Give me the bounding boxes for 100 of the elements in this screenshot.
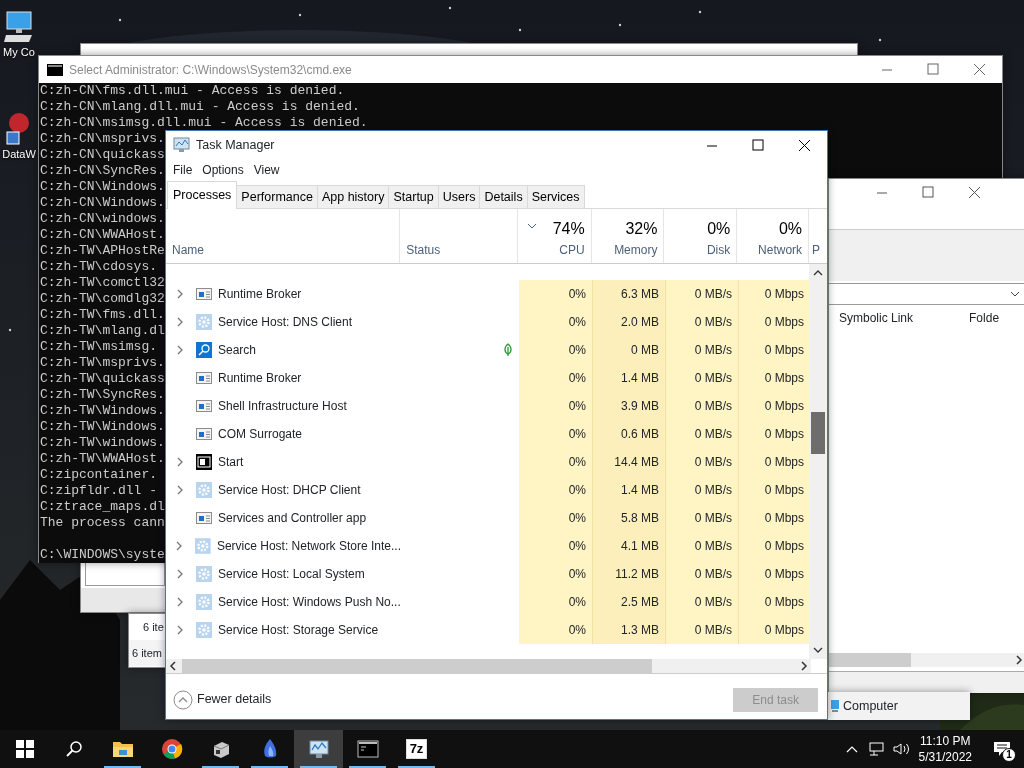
- scrollbar[interactable]: [809, 264, 827, 659]
- column-header[interactable]: Status: [406, 241, 441, 259]
- scrollbar[interactable]: [829, 653, 1024, 667]
- windows-logo-icon[interactable]: [15, 740, 34, 758]
- process-name[interactable]: Runtime Broker: [218, 285, 302, 303]
- expand-chevron-icon[interactable]: [176, 317, 184, 327]
- app-window-icon: [196, 398, 212, 414]
- tab[interactable]: Details: [479, 185, 528, 208]
- expand-chevron-icon[interactable]: [176, 485, 184, 495]
- dropdown-chevron-icon[interactable]: [1010, 290, 1020, 298]
- expand-chevron-icon[interactable]: [176, 541, 184, 551]
- menu-item[interactable]: View: [248, 161, 285, 179]
- search-icon[interactable]: [64, 740, 83, 758]
- expand-chevron-icon[interactable]: [176, 289, 184, 299]
- chrome-icon[interactable]: [160, 738, 183, 760]
- table-cell: 0 MB/s: [666, 532, 739, 560]
- column-header[interactable]: Symbolic Link: [839, 309, 914, 327]
- table-cell: 0 Mbps: [739, 588, 811, 616]
- column-header[interactable]: Name: [172, 241, 204, 259]
- table-cell: 0%: [519, 392, 593, 420]
- process-name[interactable]: Start: [218, 453, 244, 471]
- process-name[interactable]: Runtime Broker: [218, 369, 302, 387]
- chevron-up-icon[interactable]: [844, 744, 859, 754]
- process-name[interactable]: Service Host: DHCP Client: [218, 481, 361, 499]
- column-header[interactable]: Network: [758, 241, 803, 259]
- gear-icon: [196, 622, 212, 638]
- table-cell: 0 Mbps: [739, 616, 811, 644]
- table-cell: 0 MB/s: [666, 476, 739, 504]
- process-name[interactable]: Service Host: Storage Service: [218, 621, 379, 639]
- table-cell: 0 Mbps: [739, 420, 811, 448]
- process-name[interactable]: Search: [218, 341, 257, 359]
- process-name[interactable]: Service Host: Windows Push No...: [218, 593, 401, 611]
- console-line: C:zh-TW\comctl32: [40, 275, 165, 291]
- column-header[interactable]: Disk: [706, 241, 731, 259]
- table-cell: 0%: [519, 420, 593, 448]
- menu-item[interactable]: File: [168, 161, 198, 179]
- console-line: C:zh-CN\Windows.: [40, 195, 165, 211]
- column-header[interactable]: CPU: [559, 241, 585, 259]
- tab[interactable]: App history: [316, 185, 390, 208]
- search-icon: [196, 342, 212, 358]
- console-line: C:zh-TW\Windows.: [40, 419, 165, 435]
- console-line: C:zh-CN\quickass: [40, 147, 165, 163]
- console-line: C:zh-CN\fms.dll.mui - Access is denied.: [40, 83, 345, 99]
- expand-chevron-icon[interactable]: [176, 625, 184, 635]
- tab[interactable]: Services: [526, 185, 585, 208]
- column-header[interactable]: Folde: [969, 309, 1000, 327]
- table-cell: 0 Mbps: [739, 392, 811, 420]
- column-header[interactable]: P: [812, 241, 821, 259]
- tab[interactable]: Processes: [167, 181, 238, 209]
- gear-icon: [196, 314, 212, 330]
- column-header[interactable]: Memory: [614, 241, 658, 259]
- volume-icon[interactable]: [892, 742, 911, 756]
- table-cell: 0 Mbps: [739, 364, 811, 392]
- process-name[interactable]: COM Surrogate: [218, 425, 303, 443]
- table-cell: 0%: [519, 336, 593, 364]
- expand-chevron-icon[interactable]: [176, 457, 184, 467]
- console-line: The process cann: [40, 515, 165, 531]
- sort-chevron-icon[interactable]: [526, 223, 537, 229]
- console-icon[interactable]: [356, 738, 379, 760]
- table-cell: 1.4 MB: [593, 364, 666, 392]
- task-manager-icon[interactable]: [307, 738, 330, 760]
- table-cell: 5.8 MB: [593, 504, 666, 532]
- collapse-circle-icon[interactable]: [173, 689, 193, 710]
- taskbar-app-icon[interactable]: 7z: [405, 739, 428, 759]
- console-line: C:zh-TW\windows.: [40, 435, 165, 451]
- desktop-icon-label[interactable]: My Co: [3, 44, 35, 61]
- console-line: C:zh-CN\WWAHost.: [40, 227, 165, 243]
- network-icon[interactable]: [868, 742, 885, 756]
- tab[interactable]: Users: [437, 185, 481, 208]
- process-name[interactable]: Service Host: Local System: [218, 565, 365, 583]
- process-name[interactable]: Service Host: DNS Client: [218, 313, 353, 331]
- desktop-icon-label[interactable]: DataW: [2, 146, 36, 163]
- table-cell: 0 MB/s: [666, 392, 739, 420]
- scrollbar[interactable]: [166, 659, 811, 673]
- scrollbar-thumb[interactable]: [182, 659, 652, 673]
- process-name[interactable]: Shell Infrastructure Host: [218, 397, 347, 415]
- window-title: Task Manager: [196, 136, 275, 154]
- process-name[interactable]: Services and Controller app: [218, 509, 367, 527]
- scrollbar-thumb[interactable]: [829, 653, 911, 667]
- expand-chevron-icon[interactable]: [176, 597, 184, 607]
- table-cell: 0 MB/s: [666, 504, 739, 532]
- process-name[interactable]: Service Host: Network Store Inte...: [216, 537, 401, 555]
- table-cell: 0 Mbps: [739, 280, 811, 308]
- fewer-details-link[interactable]: Fewer details: [197, 690, 272, 709]
- gear-icon: [195, 538, 211, 554]
- table-cell: 0%: [519, 504, 593, 532]
- clock-time[interactable]: 11:10 PM: [920, 733, 971, 749]
- clock-date[interactable]: 5/31/2022: [918, 749, 972, 765]
- console-line: C:zh-TW\cdosys.: [40, 259, 158, 275]
- table-cell: 0 Mbps: [739, 308, 811, 336]
- table-cell: 0%: [519, 560, 593, 588]
- expand-chevron-icon[interactable]: [176, 345, 184, 355]
- tab[interactable]: Performance: [236, 185, 318, 208]
- column-total: 0%: [707, 219, 731, 239]
- menu-item[interactable]: Options: [197, 161, 249, 179]
- expand-chevron-icon[interactable]: [176, 569, 184, 579]
- console-line: C:zh-TW\msprivs.: [40, 355, 165, 371]
- tab[interactable]: Startup: [388, 185, 439, 208]
- computer-icon: [830, 699, 840, 713]
- scrollbar-thumb[interactable]: [811, 412, 825, 454]
